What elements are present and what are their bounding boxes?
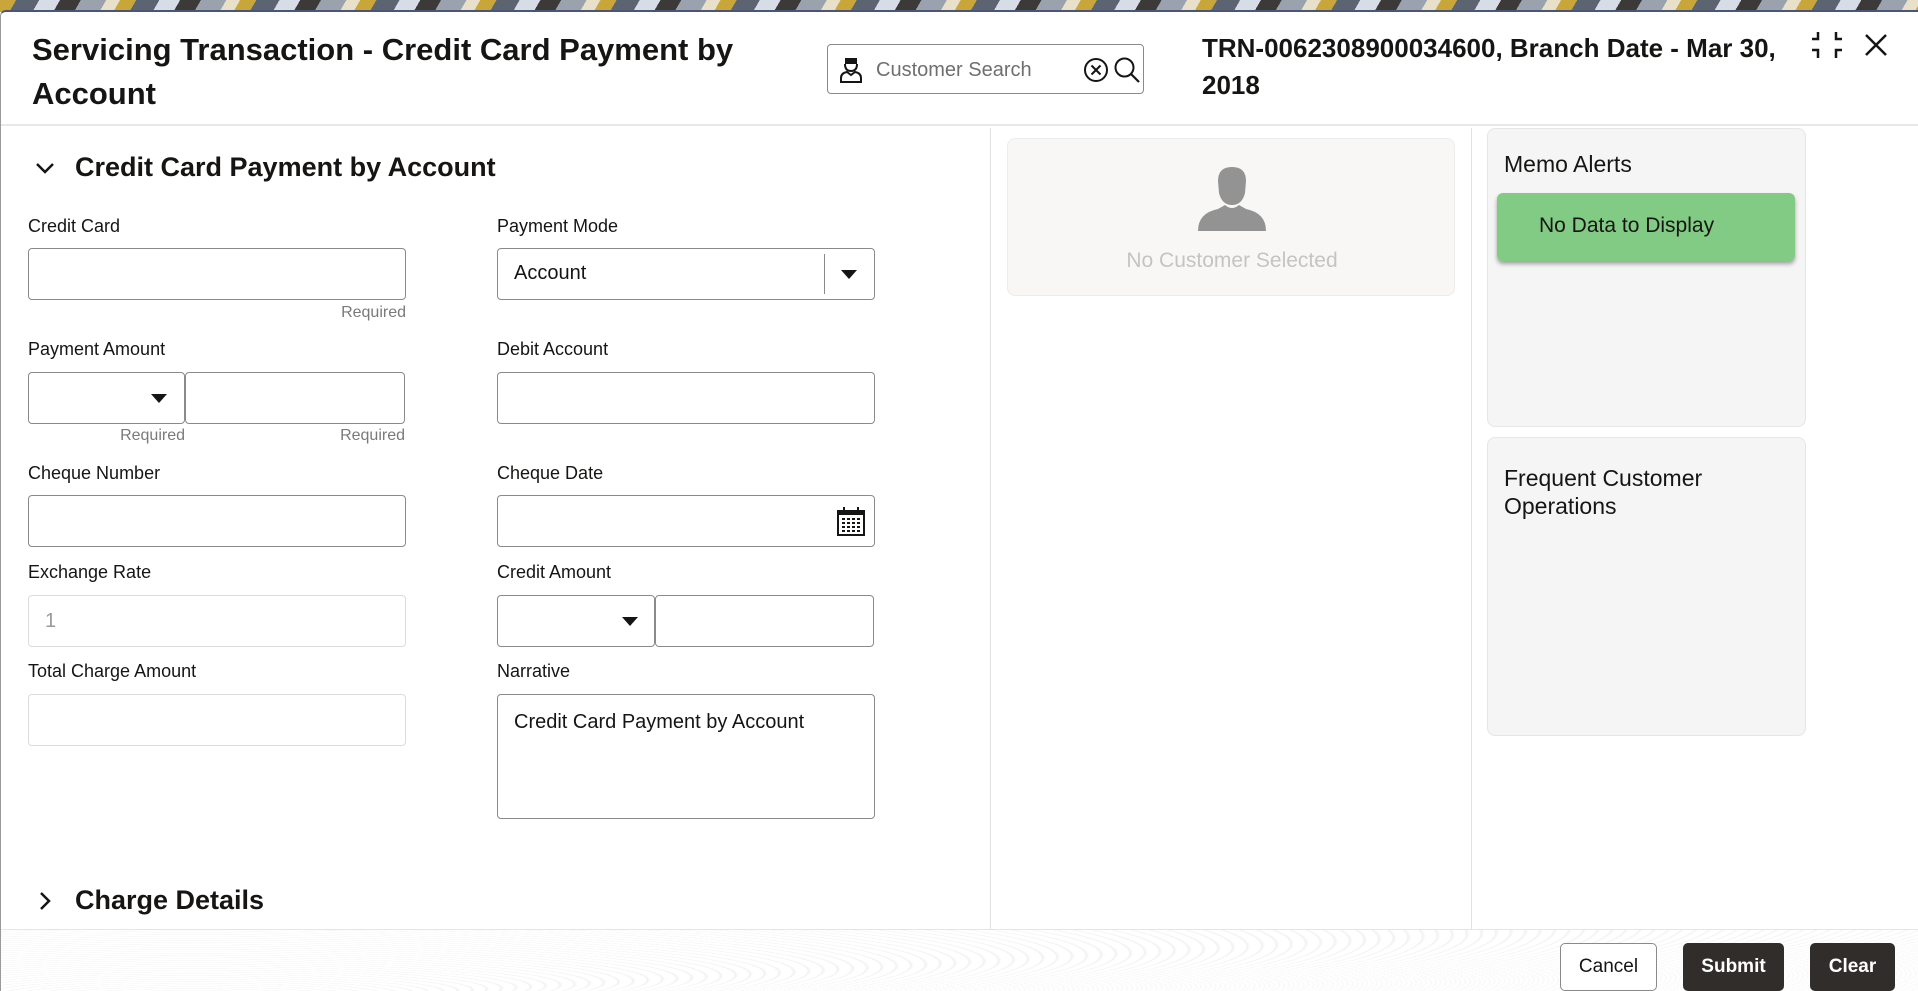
cheque-date-input[interactable] bbox=[497, 495, 875, 547]
exchange-rate-input bbox=[28, 595, 406, 647]
person-avatar-icon bbox=[1198, 167, 1266, 231]
no-customer-text: No Customer Selected bbox=[1126, 249, 1338, 272]
payment-mode-label: Payment Mode bbox=[497, 216, 619, 236]
cheque-number-input[interactable] bbox=[28, 495, 406, 547]
debit-account-input[interactable] bbox=[497, 372, 875, 424]
modal-header: Servicing Transaction - Credit Card Paym… bbox=[1, 12, 1918, 126]
chevron-right-icon bbox=[40, 891, 51, 910]
payment-amount-required-hint: Required bbox=[340, 427, 405, 444]
memo-empty-text: No Data to Display bbox=[1539, 214, 1715, 237]
section-charge-details[interactable]: Charge Details bbox=[31, 885, 264, 916]
section-credit-card-payment[interactable]: Credit Card Payment by Account bbox=[31, 152, 496, 183]
credit-amount-input[interactable] bbox=[655, 595, 874, 647]
narrative-textarea[interactable]: Credit Card Payment by Account bbox=[497, 694, 875, 819]
credit-card-required-hint: Required bbox=[341, 304, 406, 321]
payment-mode-value: Account bbox=[514, 262, 587, 284]
customer-panel: No Customer Selected bbox=[990, 128, 1472, 939]
memo-empty-state: No Data to Display bbox=[1497, 193, 1795, 261]
total-charge-amount-input[interactable] bbox=[28, 694, 406, 746]
credit-card-input[interactable] bbox=[28, 248, 406, 300]
search-icon[interactable] bbox=[1113, 56, 1141, 84]
frequent-operations-title: Frequent Customer Operations bbox=[1504, 465, 1703, 519]
clear-button[interactable]: Clear bbox=[1810, 943, 1895, 991]
close-icon[interactable] bbox=[1861, 30, 1891, 60]
calendar-icon[interactable] bbox=[836, 505, 866, 537]
transaction-reference: TRN-0062308900034600, Branch Date - Mar … bbox=[1202, 33, 1776, 100]
payment-amount-input[interactable] bbox=[185, 372, 405, 424]
section-title: Credit Card Payment by Account bbox=[75, 152, 496, 182]
clear-search-icon[interactable] bbox=[1083, 57, 1109, 83]
footer-bar: Cancel Submit Clear bbox=[1, 929, 1918, 991]
customer-search-box bbox=[827, 44, 1144, 94]
customer-search-input[interactable] bbox=[876, 55, 1066, 85]
credit-amount-currency-select[interactable] bbox=[497, 595, 655, 647]
minimize-icon[interactable] bbox=[1811, 30, 1843, 60]
caret-down-icon bbox=[841, 270, 857, 279]
frequent-operations-panel: Frequent Customer Operations bbox=[1487, 437, 1806, 736]
cancel-button[interactable]: Cancel bbox=[1560, 943, 1657, 991]
cheque-date-label: Cheque Date bbox=[497, 463, 604, 483]
payment-amount-label: Payment Amount bbox=[28, 339, 166, 359]
chevron-down-icon bbox=[36, 162, 54, 174]
transaction-modal: Servicing Transaction - Credit Card Paym… bbox=[0, 10, 1918, 991]
memo-alerts-title: Memo Alerts bbox=[1504, 151, 1632, 177]
payment-amount-currency-select[interactable] bbox=[28, 372, 185, 424]
submit-button[interactable]: Submit bbox=[1683, 943, 1784, 991]
debit-account-label: Debit Account bbox=[497, 339, 609, 359]
dropdown-divider bbox=[824, 254, 825, 294]
credit-card-label: Credit Card bbox=[28, 216, 121, 236]
total-charge-amount-label: Total Charge Amount bbox=[28, 661, 197, 681]
caret-down-icon bbox=[622, 617, 638, 626]
section-title: Charge Details bbox=[75, 885, 265, 915]
page-title: Servicing Transaction - Credit Card Paym… bbox=[32, 32, 734, 111]
caret-down-icon bbox=[151, 394, 167, 403]
payment-mode-select[interactable]: Account bbox=[497, 248, 875, 300]
form-area: Credit Card Payment by Account Credit Ca… bbox=[1, 128, 990, 929]
narrative-label: Narrative bbox=[497, 661, 571, 681]
person-icon bbox=[840, 58, 862, 83]
memo-alerts-panel: Memo Alerts No Data to Display bbox=[1487, 128, 1806, 427]
cheque-number-label: Cheque Number bbox=[28, 463, 161, 483]
payment-currency-required-hint: Required bbox=[120, 427, 185, 444]
customer-card: No Customer Selected bbox=[1007, 138, 1455, 296]
credit-amount-label: Credit Amount bbox=[497, 562, 612, 582]
exchange-rate-label: Exchange Rate bbox=[28, 562, 152, 582]
